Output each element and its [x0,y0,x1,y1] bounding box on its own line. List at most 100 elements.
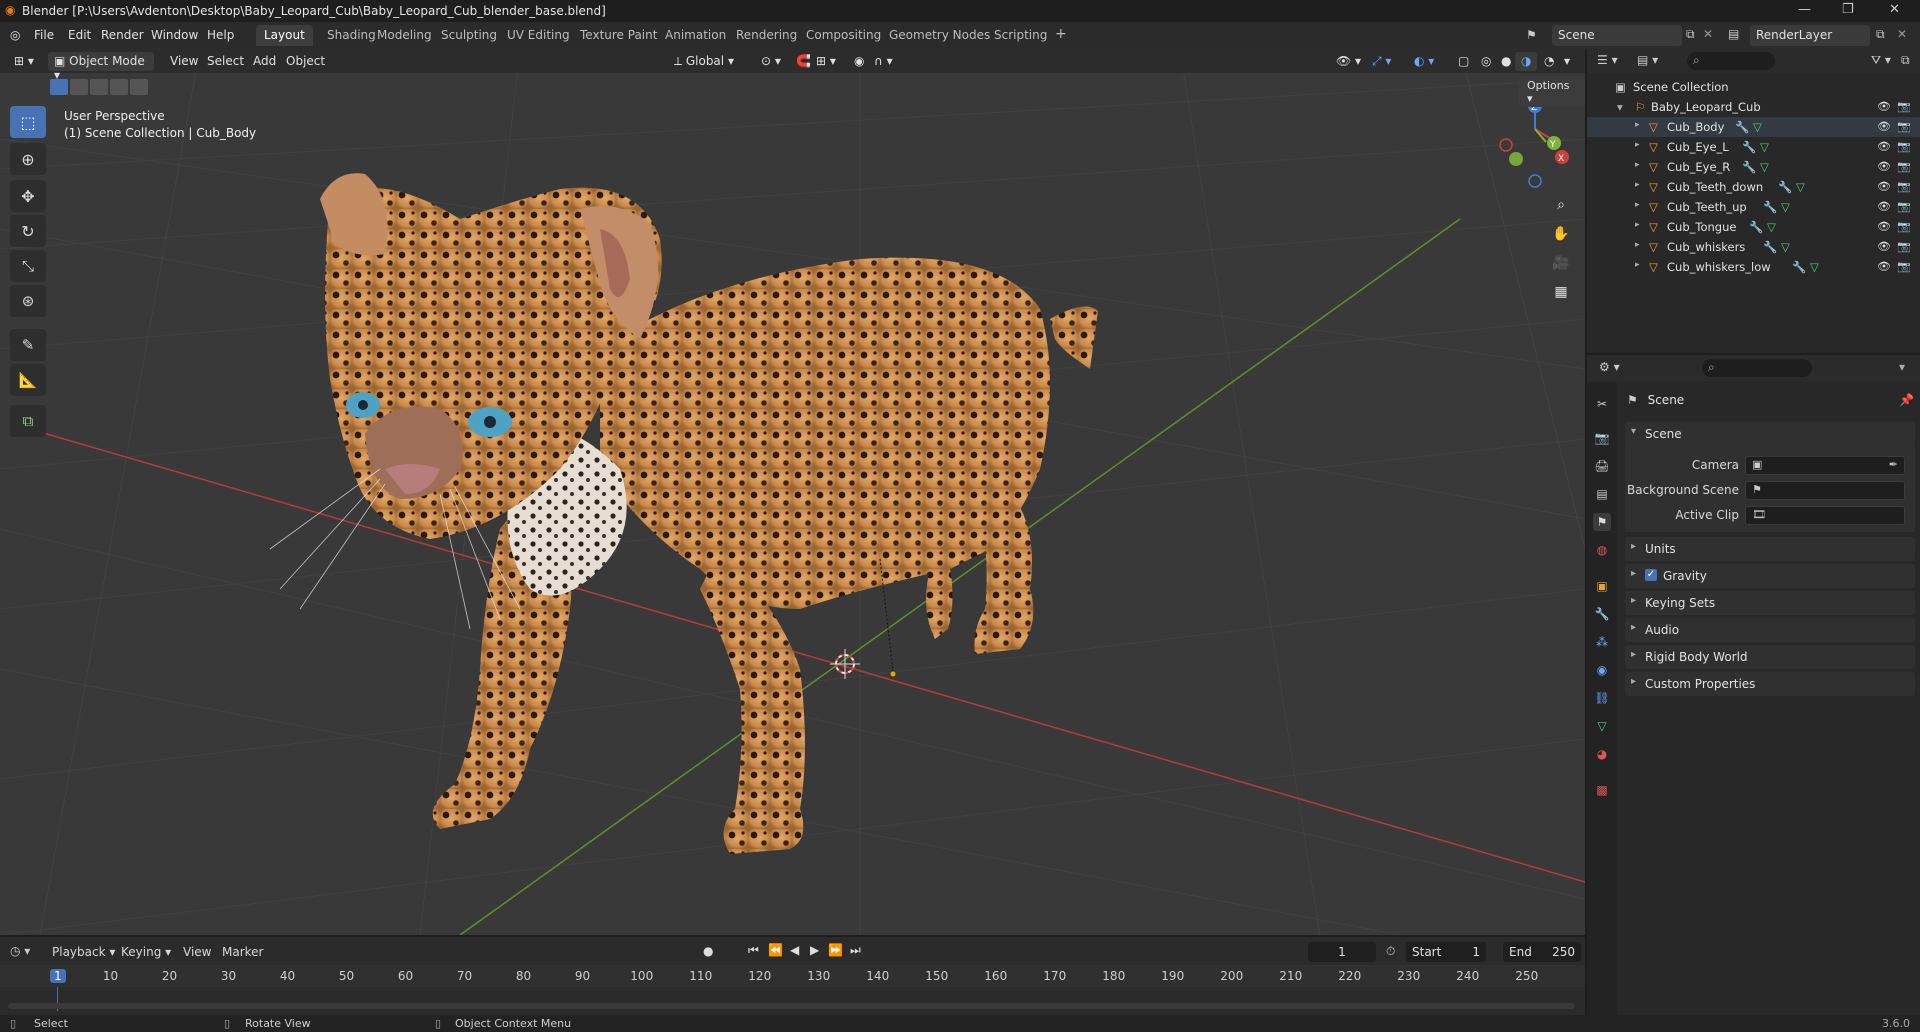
background-scene-field[interactable]: ⚑ [1745,481,1905,500]
menu-window[interactable]: Window [151,28,198,42]
blender-menu-icon[interactable]: ◎ [10,28,20,42]
select-extend-icon[interactable] [70,79,88,95]
viewport-menu-select[interactable]: Select [201,52,250,71]
snap-target-dropdown[interactable]: ⊞ ▾ [810,52,842,71]
next-keyframe-button[interactable]: ⏩ [828,943,843,957]
render-camera-icon[interactable]: 📷 [1897,260,1911,273]
outliner-object-row[interactable]: ▸ ▽ Cub_Eye_R 🔧 ▽ 👁 📷 [1587,157,1920,177]
mesh-data-icon[interactable]: ▽ [1781,200,1790,214]
transform-orientation-dropdown[interactable]: ⟂ Global ▾ [668,52,740,71]
object-tab-icon[interactable]: ▣ [1593,577,1611,595]
modifier-icon[interactable]: 🔧 [1763,240,1777,254]
physics-tab-icon[interactable]: ◉ [1593,661,1611,679]
render-camera-icon[interactable]: 📷 [1897,220,1911,233]
texture-tab-icon[interactable]: ▩ [1593,781,1611,799]
new-scene-icon[interactable]: ⧉ [1686,27,1695,42]
3d-viewport[interactable]: Z X Y User Perspective (1) Scene Collect… [0,49,1585,935]
visibility-eye-icon[interactable]: 👁 [1877,260,1891,273]
view-layer-field[interactable]: RenderLayer [1750,25,1870,46]
viewport-menu-add[interactable]: Add [247,52,282,71]
tab-uv-editing[interactable]: UV Editing [499,25,578,46]
eyedropper-icon[interactable]: ✒ [1889,458,1898,471]
render-camera-icon[interactable]: 📷 [1897,240,1911,253]
pan-button[interactable]: ✋ [1548,221,1574,247]
measure-tool[interactable]: 📐 [10,364,46,396]
material-tab-icon[interactable]: ◕ [1593,745,1611,763]
timeline-menu-playback[interactable]: Playback ▾ [52,945,115,959]
visibility-eye-icon[interactable]: 👁 [1877,220,1891,233]
expand-chevron-icon[interactable]: ▸ [1635,240,1640,250]
tool-tab-icon[interactable]: ✂ [1593,395,1611,413]
modifier-icon[interactable]: 🔧 [1778,180,1792,194]
clock-icon[interactable]: ⏱ [1386,944,1395,959]
modifier-icon[interactable]: 🔧 [1735,120,1749,134]
leopard-cub-model[interactable] [269,173,1098,854]
expand-chevron-icon[interactable]: ▸ [1635,200,1640,210]
tab-rendering[interactable]: Rendering [728,25,805,46]
visibility-eye-icon[interactable]: 👁 [1877,120,1891,133]
world-tab-icon[interactable]: ◍ [1593,541,1611,559]
render-camera-icon[interactable]: 📷 [1897,180,1911,193]
visibility-eye-icon[interactable]: 👁 [1877,100,1891,113]
outliner-object-row[interactable]: ▸ ▽ Cub_Teeth_down 🔧 ▽ 👁 📷 [1587,177,1920,197]
shading-material[interactable]: ◑ [1515,52,1538,71]
modifier-icon[interactable]: 🔧 [1742,160,1756,174]
visibility-eye-icon[interactable]: 👁 [1877,160,1891,173]
outliner-search-input[interactable]: ⌕ [1687,52,1775,70]
render-camera-icon[interactable]: 📷 [1897,140,1911,153]
tab-texture-paint[interactable]: Texture Paint [572,25,665,46]
properties-panel-rigid-body-world[interactable]: ▸ Rigid Body World [1625,645,1915,669]
proportional-falloff-dropdown[interactable]: ∩ ▾ [868,52,899,71]
outliner-object-row[interactable]: ▸ ▽ Cub_Teeth_up 🔧 ▽ 👁 📷 [1587,197,1920,217]
close-button[interactable]: ✕ [1889,2,1900,17]
camera-view-button[interactable]: 🎥 [1548,250,1574,276]
properties-panel-gravity[interactable]: ▸ ✓ Gravity [1625,564,1915,588]
timeline-menu-view[interactable]: View [183,945,211,959]
add-cube-tool[interactable]: ⧉ [10,405,46,437]
outliner-collection-row[interactable]: ▾ ⚐ Baby_Leopard_Cub 👁 📷 [1587,97,1920,117]
timeline-menu-marker[interactable]: Marker [222,945,263,959]
filter-icon[interactable]: ⛛ ▾ [1871,53,1891,68]
mesh-data-icon[interactable]: ▽ [1767,220,1776,234]
expand-chevron-icon[interactable]: ▸ [1635,180,1640,190]
3d-cursor[interactable] [830,649,860,679]
outliner-editor-icon[interactable]: ☰ ▾ [1597,53,1618,67]
properties-options-icon[interactable]: ▾ [1899,360,1905,374]
overlay-toggle[interactable]: ◐ ▾ [1408,52,1440,71]
render-camera-icon[interactable]: 📷 [1897,160,1911,173]
pin-icon[interactable]: 📌 [1899,393,1914,407]
cursor-tool[interactable]: ⊕ [10,143,46,175]
visibility-dropdown[interactable]: 👁 ▾ [1330,52,1367,71]
timeline-editor-icon[interactable]: ◷ ▾ [10,944,30,958]
current-frame-field[interactable]: 1 [1308,942,1376,962]
display-mode-icon[interactable]: ▤ ▾ [1637,53,1658,67]
options-dropdown[interactable]: Options ▾ [1519,77,1585,107]
scene-panel-header[interactable]: ▾ Scene [1625,422,1915,446]
tab-scripting[interactable]: Scripting [986,25,1055,46]
visibility-eye-icon[interactable]: 👁 [1877,180,1891,193]
tab-compositing[interactable]: Compositing [798,25,889,46]
outliner-object-row[interactable]: ▸ ▽ Cub_whiskers 🔧 ▽ 👁 📷 [1587,237,1920,257]
tab-animation[interactable]: Animation [657,25,734,46]
zoom-button[interactable]: ⌕ [1548,192,1574,218]
expand-chevron-icon[interactable]: ▾ [1617,100,1623,114]
data-tab-icon[interactable]: ▽ [1593,717,1611,735]
timeline-scrollbar[interactable] [8,1003,1575,1009]
start-frame-field[interactable]: Start 1 [1406,942,1486,962]
select-subtract-icon[interactable] [90,79,108,95]
visibility-eye-icon[interactable]: 👁 [1877,240,1891,253]
jump-start-button[interactable]: ⏮ [748,943,759,958]
particles-tab-icon[interactable]: ⁂ [1593,633,1611,651]
modifier-tab-icon[interactable]: 🔧 [1593,605,1611,623]
expand-chevron-icon[interactable]: ▸ [1635,140,1640,150]
expand-chevron-icon[interactable]: ▸ [1635,120,1640,130]
modifier-icon[interactable]: 🔧 [1749,220,1763,234]
mesh-data-icon[interactable]: ▽ [1760,160,1769,174]
select-difference-icon[interactable] [110,79,128,95]
expand-chevron-icon[interactable]: ▸ [1635,160,1640,170]
play-reverse-button[interactable]: ◀ [790,943,799,957]
end-frame-field[interactable]: End 250 [1503,942,1581,962]
maximize-button[interactable]: ❐ [1842,2,1854,17]
new-collection-icon[interactable]: ⧉ [1901,53,1910,68]
gravity-checkbox[interactable]: ✓ [1645,569,1657,581]
